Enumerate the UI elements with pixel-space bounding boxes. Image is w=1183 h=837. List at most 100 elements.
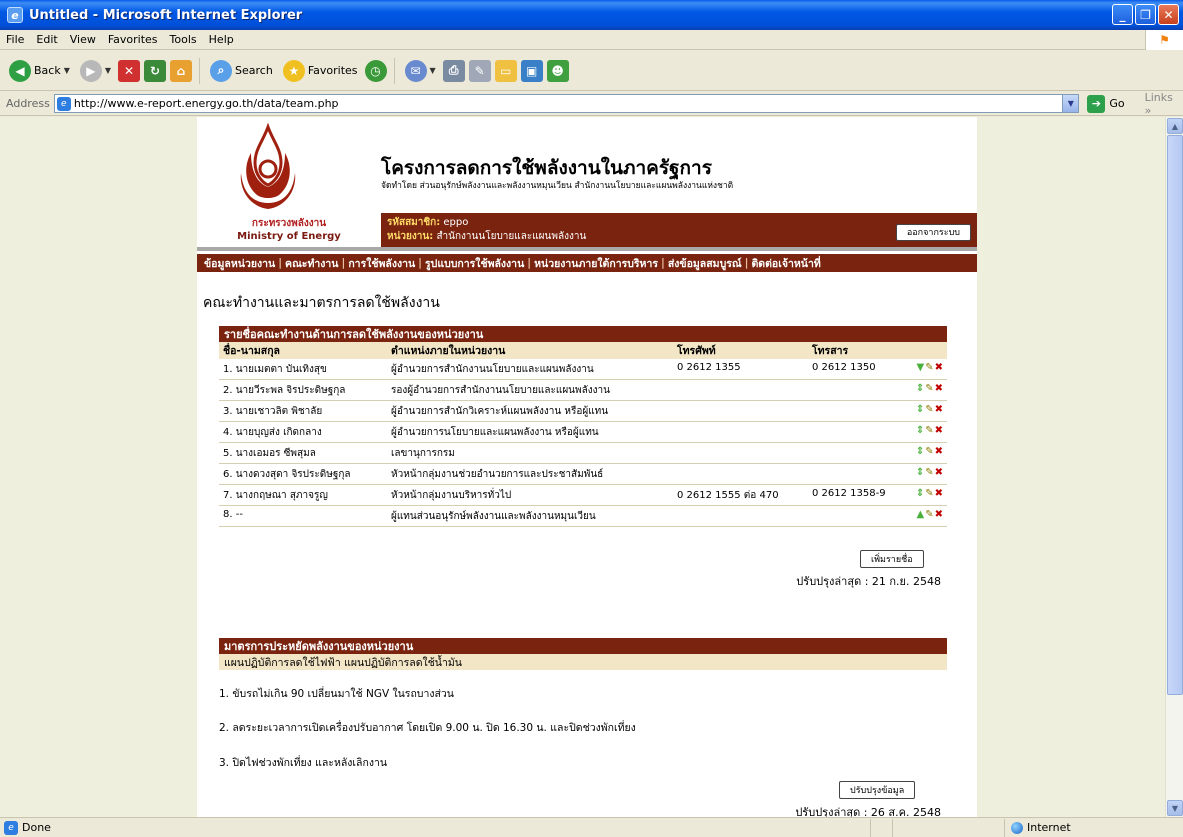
- scroll-up-icon[interactable]: ▲: [1167, 118, 1183, 134]
- row-name: 6. นางดวงสุดา จิรประดิษฐกุล: [219, 463, 387, 485]
- forward-arrow-icon: ▶: [79, 59, 102, 82]
- chevron-down-icon[interactable]: ▼: [1062, 95, 1079, 112]
- page-title: คณะทำงานและมาตรการลดใช้พลังงาน: [203, 295, 440, 311]
- measure-item: 1. ขับรถไม่เกิน 90 เปลี่ยนมาใช้ NGV ในรถ…: [219, 688, 454, 700]
- move-down-icon[interactable]: ▼: [917, 362, 925, 373]
- links-button[interactable]: Links »: [1145, 91, 1183, 117]
- table-row: 6. นางดวงสุดา จิรประดิษฐกุล หัวหน้ากลุ่ม…: [219, 463, 947, 485]
- search-button[interactable]: ⌕ Search: [207, 56, 276, 86]
- edit-icon[interactable]: ✎: [925, 404, 933, 415]
- nav-energy-pattern[interactable]: รูปแบบการใช้พลังงาน: [422, 255, 527, 272]
- home-icon[interactable]: ⌂: [170, 59, 193, 82]
- close-icon[interactable]: ✕: [1158, 4, 1179, 25]
- print-icon[interactable]: ⎙: [442, 59, 465, 82]
- row-position: ผู้อำนวยการสำนักงานนโยบายและแผนพลังงาน: [387, 359, 673, 380]
- nav-submit-data[interactable]: ส่งข้อมูลสมบูรณ์: [665, 255, 745, 272]
- delete-icon[interactable]: ✖: [935, 404, 943, 415]
- table-row: 3. นายเชาวลิต พิชาลัย ผู้อำนวยการสำนักวิ…: [219, 400, 947, 422]
- update-data-button[interactable]: ปรับปรุงข้อมูล: [839, 781, 916, 799]
- menu-favorites[interactable]: Favorites: [102, 33, 164, 46]
- measures-plan-links[interactable]: แผนปฏิบัติการลดใช้ไฟฟ้า แผนปฏิบัติการลดใ…: [219, 654, 947, 670]
- row-actions: ⇕✎✖: [898, 400, 947, 422]
- delete-icon[interactable]: ✖: [935, 509, 943, 520]
- edit-icon[interactable]: ✎: [925, 446, 933, 457]
- add-member-button[interactable]: เพิ่มรายชื่อ: [860, 550, 924, 568]
- col-position: ตำแหน่งภายในหน่วยงาน: [387, 342, 673, 359]
- move-up-icon[interactable]: ▲: [917, 509, 925, 520]
- nav-energy-use[interactable]: การใช้พลังงาน: [345, 255, 418, 272]
- move-up-down-icon[interactable]: ⇕: [916, 446, 924, 457]
- measure-item: 3. ปิดไฟช่วงพักเที่ยง และหลังเลิกงาน: [219, 757, 388, 769]
- address-input[interactable]: e http://www.e-report.energy.go.th/data/…: [53, 94, 1080, 113]
- delete-icon[interactable]: ✖: [935, 467, 943, 478]
- site-header: โครงการลดการใช้พลังงานในภาครัฐการ จัดทำโ…: [197, 117, 977, 213]
- row-fax: [808, 421, 898, 443]
- nav-sub-agencies[interactable]: หน่วยงานภายใต้การบริหาร: [531, 255, 661, 272]
- stop-icon[interactable]: ✕: [118, 59, 141, 82]
- page-icon: e: [56, 96, 71, 111]
- ministry-name: กระทรวงพลังงาน Ministry of Energy: [197, 213, 381, 247]
- delete-icon[interactable]: ✖: [935, 446, 943, 457]
- address-label: Address: [6, 97, 50, 110]
- toolbar-separator: [199, 57, 201, 84]
- delete-icon[interactable]: ✖: [935, 362, 943, 373]
- media-icon[interactable]: ▣: [520, 59, 543, 82]
- refresh-icon[interactable]: ↻: [144, 59, 167, 82]
- menu-tools[interactable]: Tools: [164, 33, 203, 46]
- forward-button[interactable]: ▶ ▼: [77, 56, 114, 86]
- row-position: ผู้แทนส่วนอนุรักษ์พลังงานและพลังงานหมุนเ…: [387, 505, 673, 527]
- edit-icon[interactable]: ✎: [925, 383, 933, 394]
- delete-icon[interactable]: ✖: [935, 383, 943, 394]
- table-row: 7. นางกฤษณา สุภาจรูญ หัวหน้ากลุ่มงานบริห…: [219, 484, 947, 506]
- row-actions: ⇕✎✖: [898, 484, 947, 506]
- menu-help[interactable]: Help: [203, 33, 240, 46]
- edit-icon[interactable]: ✎: [925, 509, 933, 520]
- menu-view[interactable]: View: [64, 33, 102, 46]
- team-updated: ปรับปรุงล่าสุด : 21 ก.ย. 2548: [796, 575, 941, 588]
- nav-team[interactable]: คณะทำงาน: [282, 255, 341, 272]
- edit-icon[interactable]: ✎: [925, 362, 933, 373]
- row-fax: 0 2612 1350: [808, 359, 898, 380]
- edit-icon[interactable]: ✎: [925, 467, 933, 478]
- logout-button[interactable]: ออกจากระบบ: [895, 224, 971, 241]
- menu-edit[interactable]: Edit: [30, 33, 63, 46]
- status-bar: e Done Internet: [0, 817, 1183, 837]
- move-up-down-icon[interactable]: ⇕: [916, 467, 924, 478]
- agency-label: หน่วยงาน:: [387, 231, 434, 242]
- delete-icon[interactable]: ✖: [935, 488, 943, 499]
- folder-icon[interactable]: ▭: [494, 59, 517, 82]
- row-actions: ⇕✎✖: [898, 442, 947, 464]
- minimize-icon[interactable]: _: [1112, 4, 1133, 25]
- edit-page-icon[interactable]: ✎: [468, 59, 491, 82]
- maximize-icon[interactable]: ❐: [1135, 4, 1156, 25]
- col-actions: [898, 342, 947, 359]
- back-button[interactable]: ◀ Back ▼: [6, 56, 73, 86]
- row-phone: [673, 505, 808, 527]
- go-button[interactable]: ➔ Go: [1087, 94, 1125, 113]
- move-up-down-icon[interactable]: ⇕: [916, 488, 924, 499]
- table-row: 1. นายเมตตา บันเทิงสุข ผู้อำนวยการสำนักง…: [219, 359, 947, 380]
- member-value: eppo: [443, 217, 469, 228]
- nav-contact[interactable]: ติดต่อเจ้าหน้าที่: [748, 255, 823, 272]
- vertical-scrollbar[interactable]: ▲ ▼: [1165, 117, 1183, 817]
- nav-agency-info[interactable]: ข้อมูลหน่วยงาน: [201, 255, 278, 272]
- favorites-button[interactable]: ★ Favorites: [280, 56, 361, 86]
- move-up-down-icon[interactable]: ⇕: [916, 383, 924, 394]
- history-icon[interactable]: ◷: [364, 59, 387, 82]
- messenger-icon[interactable]: ☻: [546, 59, 569, 82]
- move-up-down-icon[interactable]: ⇕: [916, 404, 924, 415]
- edit-icon[interactable]: ✎: [925, 425, 933, 436]
- browser-toolbar: ◀ Back ▼ ▶ ▼ ✕ ↻ ⌂ ⌕ Search ★ Favorites …: [0, 51, 1183, 91]
- move-up-down-icon[interactable]: ⇕: [916, 425, 924, 436]
- status-text: Done: [22, 821, 51, 834]
- scroll-thumb[interactable]: [1167, 135, 1183, 695]
- scroll-down-icon[interactable]: ▼: [1167, 800, 1183, 816]
- edit-icon[interactable]: ✎: [925, 488, 933, 499]
- menu-file[interactable]: File: [0, 33, 30, 46]
- delete-icon[interactable]: ✖: [935, 425, 943, 436]
- row-actions: ⇕✎✖: [898, 463, 947, 485]
- site-subtitle: จัดทำโดย ส่วนอนุรักษ์พลังงานและพลังงานหม…: [381, 181, 734, 191]
- row-name: 5. นางเอมอร ซีพสุมล: [219, 442, 387, 464]
- star-icon: ★: [282, 59, 305, 82]
- mail-button[interactable]: ✉ ▼: [402, 56, 439, 86]
